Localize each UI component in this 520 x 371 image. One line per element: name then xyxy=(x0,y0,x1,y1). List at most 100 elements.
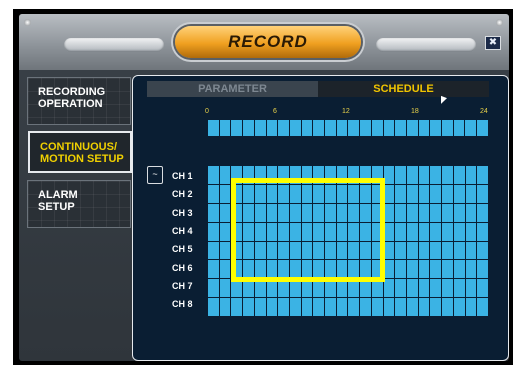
schedule-cell[interactable] xyxy=(430,298,442,316)
schedule-cell[interactable] xyxy=(301,298,313,316)
schedule-cell[interactable] xyxy=(407,166,418,184)
hour-cell[interactable] xyxy=(219,120,231,136)
schedule-cell[interactable] xyxy=(231,298,243,316)
schedule-cell[interactable] xyxy=(219,166,231,184)
hour-cell[interactable] xyxy=(313,120,325,136)
schedule-cell[interactable] xyxy=(453,241,465,260)
tab-schedule[interactable]: SCHEDULE xyxy=(318,81,489,97)
sidebar-item-continuous-motion-setup[interactable]: CONTINUOUS/ MOTION SETUP xyxy=(28,131,132,173)
schedule-cell[interactable] xyxy=(453,184,465,203)
hour-cell[interactable] xyxy=(418,120,430,136)
schedule-cell[interactable] xyxy=(219,222,231,241)
schedule-cell[interactable] xyxy=(477,222,488,241)
hour-cell[interactable] xyxy=(371,120,383,136)
hour-cell[interactable] xyxy=(278,120,289,136)
schedule-cell[interactable] xyxy=(430,203,442,222)
schedule-cell[interactable] xyxy=(266,298,278,316)
hour-cell[interactable] xyxy=(453,120,465,136)
schedule-cell[interactable] xyxy=(383,166,395,184)
schedule-cell[interactable] xyxy=(383,184,395,203)
schedule-cell[interactable] xyxy=(442,184,453,203)
schedule-cell[interactable] xyxy=(208,222,219,241)
schedule-cell[interactable] xyxy=(395,184,407,203)
close-button[interactable]: ✖ xyxy=(485,36,501,50)
sidebar-item-recording-operation[interactable]: RECORDING OPERATION xyxy=(27,77,131,125)
schedule-cell[interactable] xyxy=(430,241,442,260)
hour-cell[interactable] xyxy=(289,120,301,136)
schedule-cell[interactable] xyxy=(407,279,418,298)
schedule-cell[interactable] xyxy=(208,298,219,316)
hour-cell[interactable] xyxy=(442,120,453,136)
schedule-cell[interactable] xyxy=(418,184,430,203)
schedule-cell[interactable] xyxy=(219,241,231,260)
schedule-cell[interactable] xyxy=(336,298,348,316)
schedule-cell[interactable] xyxy=(477,184,488,203)
schedule-cell[interactable] xyxy=(407,184,418,203)
schedule-cell[interactable] xyxy=(442,222,453,241)
schedule-cell[interactable] xyxy=(395,241,407,260)
hour-cell[interactable] xyxy=(395,120,406,136)
schedule-cell[interactable] xyxy=(442,203,453,222)
schedule-cell[interactable] xyxy=(465,203,477,222)
schedule-cell[interactable] xyxy=(453,222,465,241)
schedule-cell[interactable] xyxy=(219,279,231,298)
schedule-cell[interactable] xyxy=(383,260,395,279)
schedule-cell[interactable] xyxy=(395,203,407,222)
schedule-cell[interactable] xyxy=(360,298,371,316)
hour-cell[interactable] xyxy=(254,120,266,136)
schedule-cell[interactable] xyxy=(465,279,477,298)
schedule-cell[interactable] xyxy=(407,260,418,279)
schedule-cell[interactable] xyxy=(418,241,430,260)
hour-cell[interactable] xyxy=(430,120,442,136)
tab-parameter[interactable]: PARAMETER xyxy=(147,81,318,97)
schedule-cell[interactable] xyxy=(383,241,395,260)
schedule-cell[interactable] xyxy=(219,184,231,203)
schedule-cell[interactable] xyxy=(243,298,254,316)
schedule-cell[interactable] xyxy=(465,298,477,316)
schedule-cell[interactable] xyxy=(418,279,430,298)
hour-selector-bar[interactable] xyxy=(208,120,488,136)
schedule-cell[interactable] xyxy=(430,166,442,184)
schedule-cell[interactable] xyxy=(442,260,453,279)
schedule-cell[interactable] xyxy=(442,166,453,184)
hour-cell[interactable] xyxy=(208,120,219,136)
schedule-cell[interactable] xyxy=(465,184,477,203)
schedule-cell[interactable] xyxy=(418,260,430,279)
schedule-cell[interactable] xyxy=(418,298,430,316)
schedule-cell[interactable] xyxy=(208,203,219,222)
schedule-cell[interactable] xyxy=(395,222,407,241)
schedule-cell[interactable] xyxy=(208,184,219,203)
schedule-cell[interactable] xyxy=(453,298,465,316)
hour-cell[interactable] xyxy=(383,120,395,136)
schedule-cell[interactable] xyxy=(430,260,442,279)
schedule-cell[interactable] xyxy=(442,298,453,316)
schedule-cell[interactable] xyxy=(418,203,430,222)
schedule-cell[interactable] xyxy=(348,298,360,316)
schedule-cell[interactable] xyxy=(219,260,231,279)
sidebar-item-alarm-setup[interactable]: ALARM SETUP xyxy=(27,180,131,228)
schedule-cell[interactable] xyxy=(407,241,418,260)
schedule-cell[interactable] xyxy=(395,260,407,279)
schedule-cell[interactable] xyxy=(278,298,289,316)
schedule-cell[interactable] xyxy=(395,166,407,184)
schedule-cell[interactable] xyxy=(407,203,418,222)
schedule-cell[interactable] xyxy=(383,298,395,316)
schedule-cell[interactable] xyxy=(430,279,442,298)
schedule-cell[interactable] xyxy=(395,279,407,298)
schedule-cell[interactable] xyxy=(477,203,488,222)
schedule-cell[interactable] xyxy=(325,298,336,316)
schedule-cell[interactable] xyxy=(395,298,407,316)
schedule-cell[interactable] xyxy=(383,222,395,241)
schedule-cell[interactable] xyxy=(219,298,231,316)
schedule-cell[interactable] xyxy=(465,222,477,241)
schedule-cell[interactable] xyxy=(453,166,465,184)
schedule-cell[interactable] xyxy=(208,260,219,279)
schedule-cell[interactable] xyxy=(208,166,219,184)
schedule-cell[interactable] xyxy=(430,184,442,203)
schedule-cell[interactable] xyxy=(453,279,465,298)
copy-schedule-button[interactable]: ~ xyxy=(147,166,163,184)
hour-cell[interactable] xyxy=(266,120,278,136)
schedule-cell[interactable] xyxy=(465,260,477,279)
schedule-cell[interactable] xyxy=(219,203,231,222)
schedule-cell[interactable] xyxy=(418,166,430,184)
